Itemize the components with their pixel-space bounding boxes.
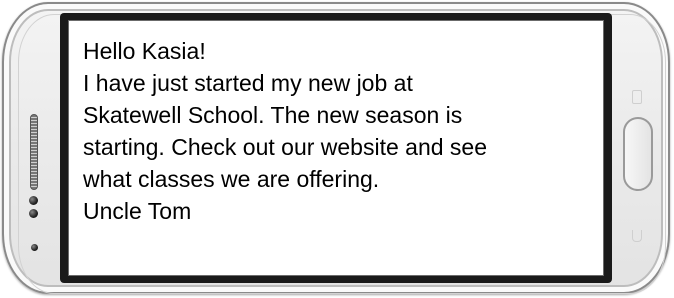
front-camera-icon [29,196,38,205]
message-line: starting. Check out our website and see [83,134,488,160]
message-line: what classes we are offering. [83,166,380,192]
message-line: Skatewell School. The new season is [83,102,463,128]
sms-message: Hello Kasia! I have just started my new … [83,35,595,227]
back-key-icon[interactable] [632,230,642,242]
home-button[interactable] [623,117,653,191]
earpiece-icon [31,244,38,251]
volume-key[interactable] [30,114,38,190]
message-line: Uncle Tom [83,198,192,224]
message-line: I have just started my new job at [83,70,413,96]
message-line: Hello Kasia! [83,38,206,64]
menu-key-icon[interactable] [632,90,642,104]
screen: Hello Kasia! I have just started my new … [68,20,604,276]
proximity-sensor-icon [29,209,38,218]
